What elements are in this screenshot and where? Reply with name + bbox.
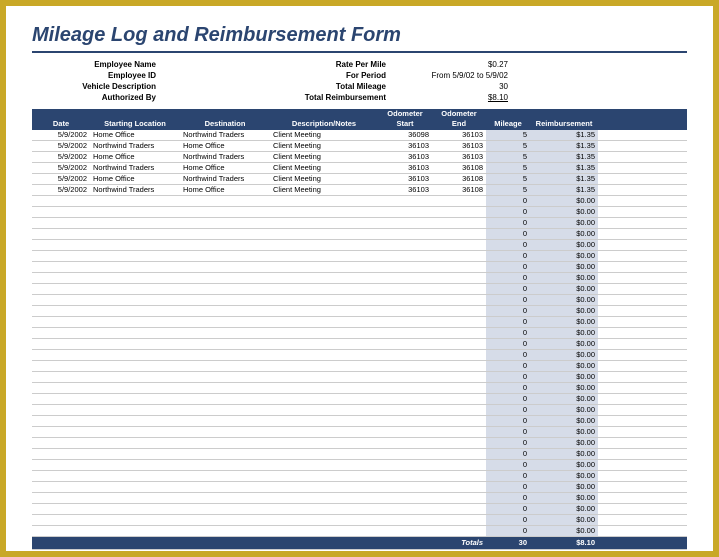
table-row: 5/9/2002Northwind TradersHome OfficeClie… [32, 141, 687, 152]
totals-mileage: 30 [486, 537, 530, 549]
table-row: 0$0.00 [32, 394, 687, 405]
table-row: 0$0.00 [32, 295, 687, 306]
table-row: 0$0.00 [32, 526, 687, 537]
value-for-period: From 5/9/02 to 5/9/02 [392, 71, 512, 80]
table-row: 0$0.00 [32, 317, 687, 328]
col-mileage: Mileage [486, 109, 530, 130]
table-row: 0$0.00 [32, 361, 687, 372]
table-row: 0$0.00 [32, 262, 687, 273]
table-row: 0$0.00 [32, 383, 687, 394]
col-description: Description/Notes [270, 109, 378, 130]
table-row: 0$0.00 [32, 306, 687, 317]
col-destination: Destination [180, 109, 270, 130]
page-title: Mileage Log and Reimbursement Form [32, 24, 687, 47]
table-row: 0$0.00 [32, 471, 687, 482]
label-for-period: For Period [192, 71, 392, 80]
label-authorized-by: Authorized By [32, 93, 162, 102]
mileage-table: Date Starting Location Destination Descr… [32, 109, 687, 550]
label-total-reimbursement: Total Reimbursement [192, 93, 392, 102]
table-row: 0$0.00 [32, 328, 687, 339]
table-row: 0$0.00 [32, 218, 687, 229]
table-row: 0$0.00 [32, 405, 687, 416]
table-row: 0$0.00 [32, 339, 687, 350]
table-row: 0$0.00 [32, 515, 687, 526]
table-row: 0$0.00 [32, 427, 687, 438]
label-employee-id: Employee ID [32, 71, 162, 80]
table-row: 0$0.00 [32, 504, 687, 515]
value-total-mileage: 30 [392, 82, 512, 91]
col-odometer-start: OdometerStart [378, 109, 432, 130]
table-row: 0$0.00 [32, 493, 687, 504]
totals-label: Totals [270, 537, 486, 549]
header-info: Employee Name Rate Per Mile $0.27 Employ… [32, 59, 687, 103]
table-row: 0$0.00 [32, 240, 687, 251]
label-vehicle-description: Vehicle Description [32, 82, 162, 91]
col-date: Date [32, 109, 90, 130]
table-row: 5/9/2002Northwind TradersHome OfficeClie… [32, 163, 687, 174]
table-row: 0$0.00 [32, 449, 687, 460]
value-total-reimbursement: $8.10 [392, 93, 512, 102]
table-row: 0$0.00 [32, 460, 687, 471]
col-starting-location: Starting Location [90, 109, 180, 130]
table-row: 0$0.00 [32, 438, 687, 449]
title-divider [32, 51, 687, 53]
table-row: 0$0.00 [32, 416, 687, 427]
table-row: 5/9/2002Home OfficeNorthwind TradersClie… [32, 174, 687, 185]
table-row: 5/9/2002Home OfficeNorthwind TradersClie… [32, 152, 687, 163]
table-row: 0$0.00 [32, 229, 687, 240]
table-row: 0$0.00 [32, 350, 687, 361]
table-row: 5/9/2002Home OfficeNorthwind TradersClie… [32, 130, 687, 141]
col-odometer-end: OdometerEnd [432, 109, 486, 130]
table-row: 0$0.00 [32, 196, 687, 207]
totals-reimbursement: $8.10 [530, 537, 598, 549]
value-rate-per-mile: $0.27 [392, 60, 512, 69]
table-row: 0$0.00 [32, 251, 687, 262]
table-row: 5/9/2002Northwind TradersHome OfficeClie… [32, 185, 687, 196]
label-total-mileage: Total Mileage [192, 82, 392, 91]
table-row: 0$0.00 [32, 273, 687, 284]
col-reimbursement: Reimbursement [530, 109, 598, 130]
table-row: 0$0.00 [32, 284, 687, 295]
table-row: 0$0.00 [32, 482, 687, 493]
table-row: 0$0.00 [32, 207, 687, 218]
label-employee-name: Employee Name [32, 60, 162, 69]
label-rate-per-mile: Rate Per Mile [192, 60, 392, 69]
table-row: 0$0.00 [32, 372, 687, 383]
